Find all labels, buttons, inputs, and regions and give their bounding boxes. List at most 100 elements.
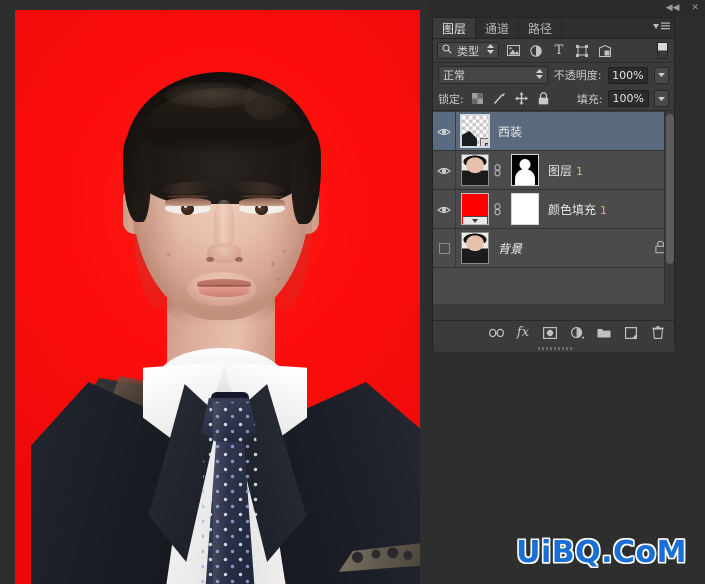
mask-link-icon[interactable] <box>491 202 504 216</box>
layer-name[interactable]: 西装 <box>498 123 522 140</box>
skin-mark <box>277 278 280 281</box>
lock-label: 锁定: <box>438 92 464 106</box>
blend-mode-select[interactable]: 正常 <box>438 66 548 84</box>
new-group-button[interactable] <box>596 325 612 341</box>
search-icon <box>442 44 452 57</box>
layer-row[interactable]: 背景 <box>433 229 674 268</box>
type-layer-filter-icon[interactable]: T <box>550 42 568 59</box>
layer-name-text: 背景 <box>498 241 523 256</box>
scrollbar-thumb[interactable] <box>666 114 674 264</box>
thumbnail-content <box>462 131 477 146</box>
updown-stepper-icon <box>535 68 543 82</box>
tie-highlight <box>213 402 227 584</box>
link-layers-button[interactable] <box>488 325 504 341</box>
eye-hidden-icon <box>438 242 450 254</box>
skin-mark <box>167 253 170 256</box>
shape-layer-filter-icon[interactable] <box>573 42 591 59</box>
layer-mask-thumbnail[interactable] <box>511 154 539 186</box>
eyelid-right <box>239 198 285 206</box>
blend-mode-row: 正常 不透明度: 100% <box>433 63 674 87</box>
close-panel-icon[interactable]: ✕ <box>691 4 699 13</box>
layer-visibility-toggle[interactable] <box>433 229 456 267</box>
eye-crease-left <box>167 195 209 198</box>
opacity-dropdown-arrow[interactable] <box>654 66 669 84</box>
layer-row[interactable]: 图层 1 <box>433 151 674 190</box>
mask-silhouette-body <box>515 169 535 185</box>
eyelid-left <box>165 198 211 206</box>
solid-color-indicator <box>463 216 487 224</box>
lock-image-pixels-icon[interactable] <box>491 90 508 107</box>
layer-row[interactable]: 西装 <box>433 112 674 151</box>
new-adjustment-layer-button[interactable] <box>569 325 585 341</box>
hair-side-left <box>123 130 151 222</box>
layer-name-suffix: 1 <box>576 164 584 178</box>
layer-row[interactable]: 颜色填充 1 <box>433 190 674 229</box>
new-layer-button[interactable] <box>623 325 639 341</box>
panel-tab-row: 图层 通道 路径 <box>433 18 674 39</box>
delete-layer-button[interactable] <box>650 325 666 341</box>
layer-filter-kind-label: 类型 <box>457 44 479 58</box>
layer-style-fx-button[interactable]: fx <box>515 325 531 341</box>
layer-thumbnail[interactable] <box>461 193 489 225</box>
adjustment-layer-filter-icon[interactable] <box>527 42 545 59</box>
layer-name-text: 西装 <box>498 124 523 139</box>
eye-icon <box>437 122 451 141</box>
filter-enable-toggle[interactable] <box>657 42 668 59</box>
layer-name-text: 图层 <box>548 163 573 178</box>
mask-link-icon[interactable] <box>491 163 504 177</box>
blend-mode-value: 正常 <box>443 69 465 82</box>
layer-name[interactable]: 颜色填充 1 <box>548 201 607 218</box>
layer-name-text: 颜色填充 <box>548 202 597 217</box>
watermark: UiBQ.CoM <box>516 535 687 570</box>
panel-resize-grip[interactable] <box>434 344 675 352</box>
tab-paths[interactable]: 路径 <box>519 18 563 38</box>
skin-mark <box>283 250 286 253</box>
layer-filter-row: 类型 T <box>433 39 674 63</box>
layer-list-scrollbar[interactable] <box>664 112 674 304</box>
fill-dropdown-arrow[interactable] <box>654 90 669 107</box>
lower-lip <box>199 286 249 297</box>
opacity-label: 不透明度: <box>553 69 602 82</box>
lock-position-icon[interactable] <box>513 90 530 107</box>
mouth-line <box>197 285 251 287</box>
lock-all-icon[interactable] <box>535 90 552 107</box>
layer-thumbnail[interactable] <box>461 232 489 264</box>
canvas-area[interactable] <box>0 0 430 584</box>
nostril-right <box>235 257 243 262</box>
fill-value[interactable]: 100% <box>607 90 649 107</box>
tab-channels-label: 通道 <box>485 21 510 36</box>
id-photo-image[interactable] <box>15 10 420 584</box>
lock-row: 锁定: 填充: 100% <box>433 87 674 111</box>
tab-layers[interactable]: 图层 <box>433 18 477 38</box>
updown-stepper-icon <box>487 44 494 57</box>
eye-crease-right <box>241 195 283 198</box>
collapse-panel-icon[interactable]: ◀◀ <box>666 4 680 13</box>
add-layer-mask-button[interactable] <box>542 325 558 341</box>
smart-object-filter-icon[interactable] <box>596 42 614 59</box>
photoshop-window: ◀◀ ✕ 图层 通道 路径 类型 T 正常 不透明度: 100% 锁定: 填充:… <box>0 0 705 584</box>
nostril-left <box>206 257 214 262</box>
layer-filter-kind-select[interactable]: 类型 <box>437 42 499 59</box>
fill-label: 填充: <box>576 92 603 106</box>
layer-thumbnail[interactable] <box>461 154 489 186</box>
layers-panel-toolbar: fx <box>433 320 674 344</box>
lock-transparent-pixels-icon[interactable] <box>469 90 486 107</box>
layer-visibility-toggle[interactable] <box>433 151 456 189</box>
panel-titlebar: ◀◀ ✕ <box>431 0 705 17</box>
layer-name-suffix: 1 <box>600 203 608 217</box>
tab-channels[interactable]: 通道 <box>476 18 520 38</box>
layer-mask-thumbnail[interactable] <box>511 193 539 225</box>
layer-name[interactable]: 背景 <box>498 240 522 257</box>
layer-visibility-toggle[interactable] <box>433 112 456 150</box>
layer-visibility-toggle[interactable] <box>433 190 456 228</box>
panel-body: 图层 通道 路径 类型 T 正常 不透明度: 100% 锁定: 填充: 100%… <box>432 17 675 352</box>
tab-layers-label: 图层 <box>442 21 467 36</box>
panel-menu-icon[interactable] <box>653 22 670 30</box>
layer-thumbnail[interactable] <box>460 114 490 148</box>
eye-icon <box>437 200 451 219</box>
skin-mark <box>271 262 275 266</box>
layer-name[interactable]: 图层 1 <box>548 162 583 179</box>
layer-list[interactable]: 西装 图层 1 颜色填充 1 背景 <box>433 112 674 304</box>
opacity-value[interactable]: 100% <box>607 66 649 84</box>
pixel-layer-filter-icon[interactable] <box>504 42 522 59</box>
